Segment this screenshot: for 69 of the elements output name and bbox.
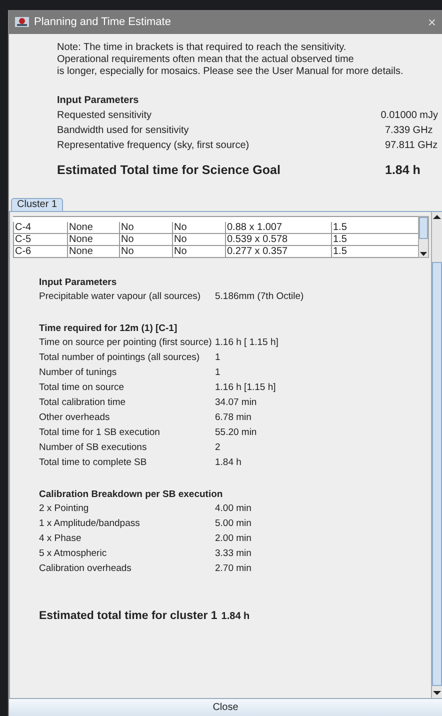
table-scrollbar[interactable] xyxy=(418,216,429,258)
parameter-label: Total calibration time xyxy=(39,396,127,410)
note-line: Operational requirements often mean that the actual observed time xyxy=(57,54,355,66)
parameter-value: 34.07 min xyxy=(215,396,257,410)
parameter-label: Bandwidth used for sensitivity xyxy=(57,124,190,138)
parameter-label: Precipitable water vapour (all sources) xyxy=(39,290,202,304)
parameter-label: Calibration overheads xyxy=(39,562,132,576)
total-label: Estimated Total time for Science Goal xyxy=(57,162,282,179)
parameter-value: 4.00 min xyxy=(215,502,252,516)
parameter-label: Number of SB executions xyxy=(39,441,148,456)
table-cell: None xyxy=(67,222,119,234)
parameter-value: 5.00 min xyxy=(215,517,252,532)
parameter-value: 1.16 h [ 1.15 h] xyxy=(215,336,278,350)
table-cell: C-5 xyxy=(13,234,67,246)
parameter-label: Total time to complete SB xyxy=(39,456,148,470)
parameter-value: 2.70 min xyxy=(215,562,252,576)
app-icon xyxy=(15,16,29,28)
parameter-value: 2 xyxy=(215,441,220,456)
parameter-value: 5.186mm (7th Octile) xyxy=(215,290,304,304)
close-button[interactable]: Close xyxy=(9,698,442,716)
table-cell: C-6 xyxy=(13,246,67,258)
parameter-label: Other overheads xyxy=(39,411,111,426)
parameter-value: 1.16 h [1.15 h] xyxy=(215,381,276,396)
table-cell: C-4 xyxy=(13,222,67,234)
parameter-value: 97.811 GHz xyxy=(385,139,438,153)
parameter-label: Number of tunings xyxy=(39,366,118,380)
parameter-label: 4 x Phase xyxy=(39,532,82,546)
section-heading: Calibration Breakdown per SB execution xyxy=(39,488,224,502)
parameter-label: Total number of pointings (all sources) xyxy=(39,351,201,366)
table-cell: 0.277 x 0.357 xyxy=(225,246,331,258)
section-heading: Time required for 12m (1) [C-1] xyxy=(39,322,178,336)
table-cell: No xyxy=(119,246,172,258)
scroll-down-icon[interactable] xyxy=(419,250,428,257)
parameter-label: 1 x Amplitude/bandpass xyxy=(39,517,141,532)
table-cell: None xyxy=(67,246,119,258)
table-cell: No xyxy=(172,246,225,258)
window-title: Planning and Time Estimate xyxy=(34,14,171,30)
parameter-value: 1 xyxy=(215,351,220,366)
parameter-label: Representative frequency (sky, first source) xyxy=(57,139,250,153)
tab[interactable]: Cluster 1 xyxy=(11,198,64,211)
section-heading: Input Parameters xyxy=(57,94,140,108)
parameter-value: 3.33 min xyxy=(215,547,252,562)
table-cell: No xyxy=(172,234,225,246)
parameter-label: Total time on source xyxy=(39,381,126,396)
parameter-value: 1.84 h xyxy=(215,456,242,470)
total-label: Estimated total time for cluster 1 xyxy=(39,608,218,624)
scrollbar[interactable] xyxy=(431,212,442,698)
parameter-value: 2.00 min xyxy=(215,532,252,546)
table-cell: No xyxy=(172,222,225,234)
parameter-label: Total time for 1 SB execution xyxy=(39,426,161,440)
parameter-label: Time on source per pointing (first source) xyxy=(39,336,213,350)
total-value: 1.84 h xyxy=(221,610,250,624)
total-value: 1.84 h xyxy=(385,162,420,179)
table-cell: 0.88 x 1.007 xyxy=(225,222,331,234)
parameter-value: 55.20 min xyxy=(215,426,257,440)
parameter-label: 2 x Pointing xyxy=(39,502,90,516)
parameter-value: 1 xyxy=(215,366,220,380)
parameter-value: 6.78 min xyxy=(215,411,252,426)
section-heading: Input Parameters xyxy=(39,276,118,290)
table-cell: No xyxy=(119,222,172,234)
note-line: is longer, especially for mosaics. Please see the User Manual for more details. xyxy=(57,66,404,78)
parameter-label: Requested sensitivity xyxy=(57,109,152,123)
table-cell: 0.539 x 0.578 xyxy=(225,234,331,246)
parameter-value: 7.339 GHz xyxy=(385,124,433,138)
note-line: Note: The time in brackets is that required to reach the sensitivity. xyxy=(57,42,348,54)
table-cell: None xyxy=(67,234,119,246)
parameter-value: 0.01000 mJy xyxy=(380,109,438,123)
table-cell: No xyxy=(119,234,172,246)
parameter-label: 5 x Atmospheric xyxy=(39,547,108,562)
